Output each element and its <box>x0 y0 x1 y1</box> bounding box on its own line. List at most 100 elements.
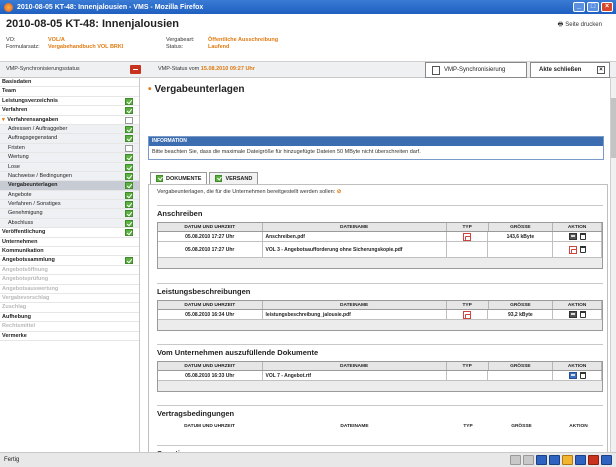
tab-versand[interactable]: VERSAND <box>209 172 259 184</box>
table-header: DATUM UND UHRZEIT DATEINAME TYP GRÖSSE AKTIO… <box>158 223 602 232</box>
vertical-scrollbar[interactable] <box>610 78 616 452</box>
sidebar-item-label: Kommunikation <box>2 248 44 255</box>
sidebar-item-label: Leistungsverzeichnis <box>2 97 58 104</box>
sidebar-item[interactable]: Adressen / Auftraggeber <box>0 124 139 135</box>
sidebar-item[interactable]: Angebote <box>0 190 139 201</box>
sidebar-item[interactable]: Genehmigung <box>0 209 139 219</box>
save-icon[interactable] <box>568 372 577 379</box>
row-filename[interactable]: leistungsbeschreibung_jalousie.pdf <box>263 310 447 319</box>
save-icon[interactable] <box>568 233 577 240</box>
sidebar-item-label: Lose <box>8 163 20 170</box>
sidebar-item[interactable]: Wertung <box>0 153 139 163</box>
tab-dokumente[interactable]: DOKUMENTE <box>150 172 208 184</box>
sidebar-item[interactable]: Team <box>0 87 139 97</box>
tray-icon[interactable] <box>510 455 521 465</box>
status-bar: Fertig <box>0 452 616 467</box>
empty-checkbox-icon <box>125 116 133 124</box>
save-icon[interactable] <box>568 311 577 318</box>
sidebar-item[interactable]: Auftragsgegenstand <box>0 134 139 144</box>
table-row[interactable]: 05.08.2010 16:33 Uhr VOL 7 - Angebot.rtf <box>158 371 602 381</box>
intro-text: Vergabeunterlagen, die für die Unternehm… <box>157 189 341 195</box>
sidebar-item[interactable]: Verfahren / Sonstiges <box>0 200 139 210</box>
tray-icon[interactable] <box>562 455 573 465</box>
sidebar-item[interactable]: Verfahren <box>0 106 139 116</box>
close-window-icon[interactable]: × <box>601 2 613 12</box>
window-controls: _ □ × <box>573 2 613 12</box>
section-title-text: Vergabeunterlagen <box>154 84 245 95</box>
pdf-icon[interactable] <box>568 245 577 254</box>
row-type <box>447 371 489 380</box>
trash-icon[interactable] <box>579 233 586 240</box>
tab-versand-label: VERSAND <box>225 175 253 182</box>
sidebar-item-label: Vergabevorschlag <box>2 294 50 301</box>
sidebar-item[interactable]: Nachweise / Bedingungen <box>0 171 139 182</box>
trash-icon[interactable] <box>579 372 586 379</box>
sidebar-item-label: Angebote <box>8 191 32 198</box>
row-actions <box>553 371 602 380</box>
table-row[interactable]: 05.08.2010 17:27 Uhr Anschreiben.pdf 143,6… <box>158 232 602 242</box>
row-filename[interactable]: VOL 3 - Angebotsaufforderung ohne Sicher… <box>263 242 447 257</box>
page-title: 2010-08-05 KT-48: Innenjalousien <box>6 18 180 30</box>
sidebar-item[interactable]: Aufhebung <box>0 313 139 323</box>
scrollbar-thumb[interactable] <box>611 98 616 158</box>
sidebar-item[interactable]: Abschluss <box>0 218 139 229</box>
section-heading: Leistungsbeschreibungen <box>157 287 251 296</box>
row-type <box>447 310 489 319</box>
sidebar-item[interactable]: Lose <box>0 162 139 172</box>
divider <box>157 344 603 345</box>
row-filename[interactable]: Anschreiben.pdf <box>263 232 447 241</box>
document-icon <box>432 65 440 75</box>
column-header: GRÖSSE <box>489 301 554 309</box>
sidebar-item[interactable]: Fristen <box>0 143 139 154</box>
section-heading: Anschreiben <box>157 209 203 218</box>
vmp-sync-button[interactable]: VMP-Synchronisierung <box>425 62 527 78</box>
check-icon <box>125 219 133 227</box>
tray-icon[interactable] <box>536 455 547 465</box>
table-footer <box>158 258 602 268</box>
row-size <box>488 242 554 257</box>
check-icon <box>156 175 163 182</box>
column-header: TYP <box>447 301 489 309</box>
table-footer <box>158 381 602 391</box>
tray-icon[interactable] <box>588 455 599 465</box>
sidebar-item[interactable]: Unternehmen <box>0 238 139 248</box>
vmp-sync-status-indicator-icon <box>130 65 141 74</box>
empty-checkbox-icon <box>125 144 133 152</box>
sidebar-item[interactable]: Angebotssammlung <box>0 256 139 266</box>
intro-label: Vergabeunterlagen, die für die Unternehm… <box>157 189 336 195</box>
tray-icon[interactable] <box>523 455 534 465</box>
row-type <box>447 242 489 257</box>
trash-icon[interactable] <box>579 311 586 318</box>
sidebar-item[interactable]: Vermerke <box>0 332 139 341</box>
print-button[interactable]: 🖶 Seite drucken <box>558 20 602 30</box>
sidebar-item[interactable]: Veröffentlichung <box>0 228 139 238</box>
check-icon <box>125 172 133 180</box>
table-row[interactable]: 05.08.2010 17:27 Uhr VOL 3 - Angebotsauff… <box>158 242 602 258</box>
vergabeart-label: Vergabeart: <box>166 37 195 43</box>
minimize-icon[interactable]: _ <box>573 2 585 12</box>
check-icon <box>125 191 133 199</box>
close-file-button[interactable]: Akte schließen × <box>530 62 610 78</box>
row-filename[interactable]: VOL 7 - Angebot.rtf <box>263 371 447 380</box>
tray-icon[interactable] <box>601 455 612 465</box>
status-value: Laufend <box>208 44 230 50</box>
sidebar-item[interactable]: Leistungsverzeichnis <box>0 97 139 107</box>
sidebar-item[interactable]: ▾ Verfahrensangaben <box>0 116 139 125</box>
sidebar-item-label: Vergabeunterlagen <box>8 182 58 189</box>
sidebar-item[interactable]: Vergabeunterlagen <box>0 181 139 191</box>
row-size: 143,6 kByte <box>488 232 554 241</box>
sidebar-item[interactable]: Basisdaten <box>0 78 139 88</box>
sidebar-item[interactable]: Kommunikation <box>0 247 139 257</box>
trash-icon[interactable] <box>579 246 586 253</box>
maximize-icon[interactable]: □ <box>587 2 599 12</box>
tray-icon[interactable] <box>549 455 560 465</box>
section-heading: Vertragsbedingungen <box>157 409 235 418</box>
window-title: 2010-08-05 KT-48: Innenjalousien - VMS -… <box>17 3 204 11</box>
info-header: INFORMATION <box>149 137 603 146</box>
table-row[interactable]: 05.08.2010 16:34 Uhr leistungsbeschreibun… <box>158 310 602 320</box>
divider <box>157 205 603 206</box>
column-header: GRÖSSE <box>511 424 532 429</box>
check-icon <box>125 97 133 105</box>
tray-icon[interactable] <box>575 455 586 465</box>
printer-icon: 🖶 <box>557 22 564 28</box>
